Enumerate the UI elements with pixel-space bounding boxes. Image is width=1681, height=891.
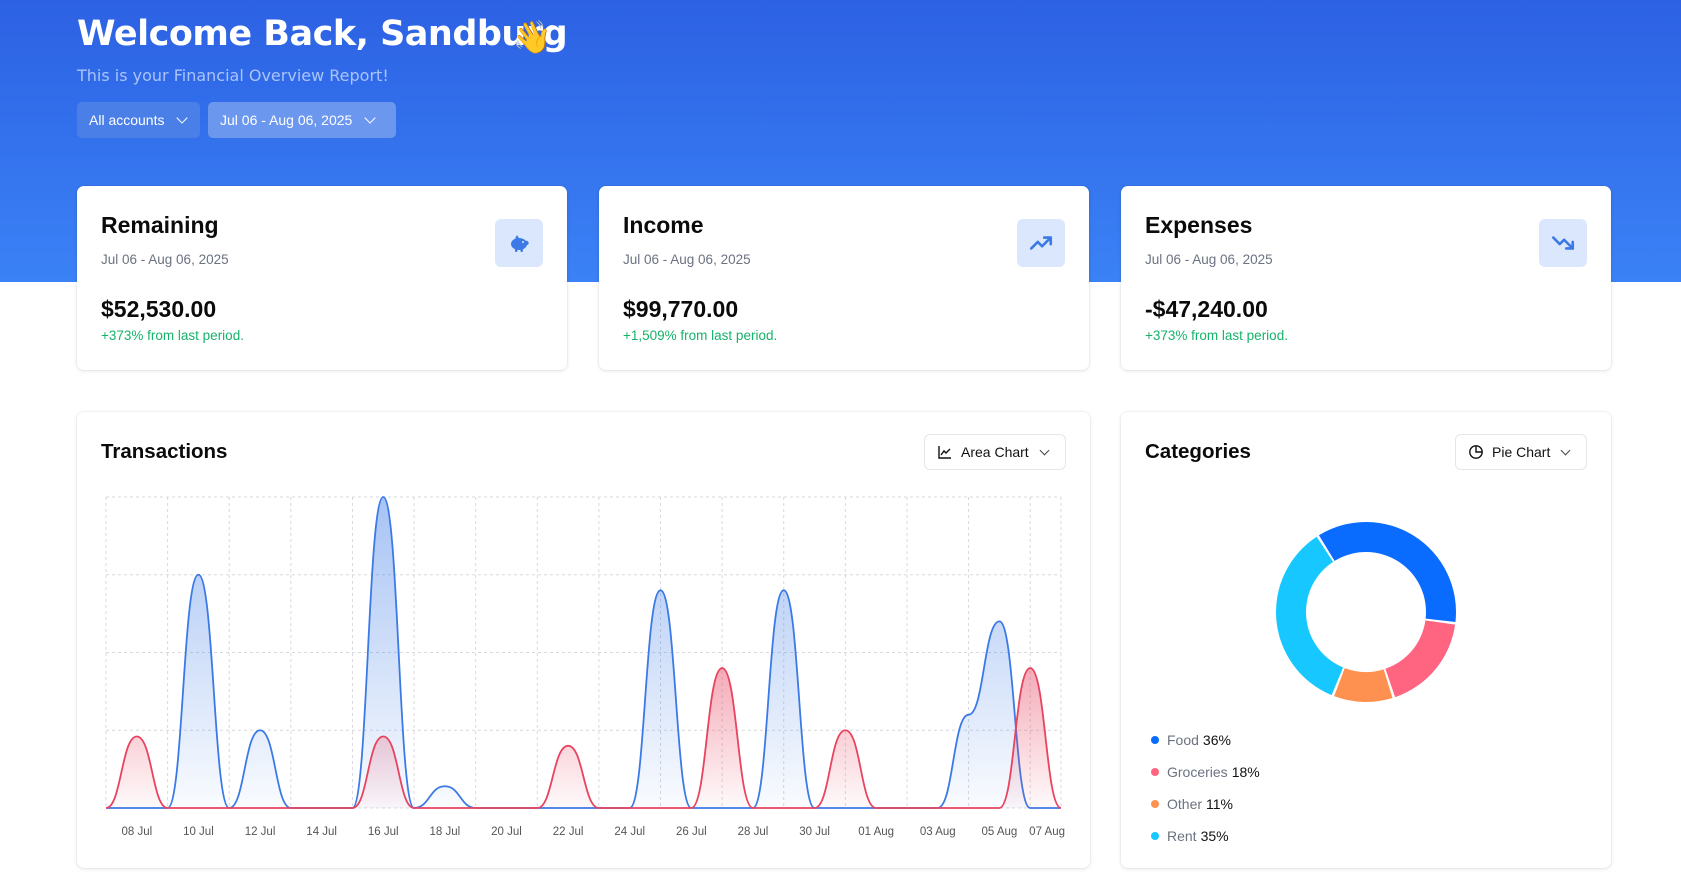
- stat-value: $99,770.00: [623, 296, 739, 322]
- chart-type-label: Area Chart: [961, 444, 1029, 460]
- x-tick-label: 20 Jul: [491, 826, 522, 838]
- legend-item: Other 11%: [1151, 788, 1260, 820]
- legend-dot: [1151, 736, 1159, 744]
- x-tick-label: 18 Jul: [430, 826, 461, 838]
- page-title: Welcome Back, Sandburg: [77, 14, 568, 54]
- expenses-card: Expenses Jul 06 - Aug 06, 2025 -$47,240.…: [1121, 186, 1611, 370]
- x-tick-label: 22 Jul: [553, 826, 584, 838]
- legend-percent: 11%: [1206, 796, 1233, 812]
- stat-value: -$47,240.00: [1145, 296, 1268, 322]
- chart-type-select[interactable]: Area Chart: [924, 434, 1066, 470]
- legend-dot: [1151, 800, 1159, 808]
- x-tick-label: 10 Jul: [183, 826, 214, 838]
- categories-legend: Food 36% Groceries 18% Other 11% Rent 35…: [1151, 724, 1260, 852]
- piggy-bank-icon: [495, 219, 543, 267]
- legend-dot: [1151, 832, 1159, 840]
- legend-name: Other: [1167, 796, 1203, 812]
- chevron-down-icon: [176, 112, 189, 124]
- transactions-area-chart: 08 Jul 10 Jul 12 Jul 14 Jul 16 Jul 18 Jul 20 J…: [105, 496, 1065, 838]
- chevron-down-icon: [1560, 445, 1571, 455]
- donut-slice-groceries[interactable]: [1385, 620, 1456, 698]
- accounts-filter-label: All accounts: [89, 112, 165, 128]
- x-tick-label: 28 Jul: [738, 826, 769, 838]
- date-range-filter-dropdown[interactable]: Jul 06 - Aug 06, 2025: [208, 102, 396, 138]
- categories-panel: Categories Pie Chart Food 36% Groceries …: [1121, 412, 1611, 868]
- x-tick-label: 16 Jul: [368, 826, 399, 838]
- x-tick-label: 08 Jul: [121, 826, 152, 838]
- x-tick-label: 05 Aug: [981, 826, 1017, 838]
- income-card: Income Jul 06 - Aug 06, 2025 $99,770.00 …: [599, 186, 1089, 370]
- trending-up-icon: [1017, 219, 1065, 267]
- category-chart-type-label: Pie Chart: [1492, 444, 1551, 460]
- chevron-down-icon: [1039, 445, 1050, 455]
- stat-title: Expenses: [1145, 212, 1253, 238]
- stat-range: Jul 06 - Aug 06, 2025: [1145, 252, 1273, 267]
- donut-slice-other[interactable]: [1334, 668, 1393, 702]
- stat-change: +1,509% from last period.: [623, 328, 778, 343]
- categories-donut-chart: [1276, 522, 1456, 702]
- remaining-card: Remaining Jul 06 - Aug 06, 2025 $52,530.…: [77, 186, 567, 370]
- legend-item: Groceries 18%: [1151, 756, 1260, 788]
- x-tick-label: 07 Aug: [1029, 826, 1065, 838]
- x-tick-label: 24 Jul: [614, 826, 645, 838]
- donut-slice-rent[interactable]: [1276, 536, 1344, 696]
- legend-percent: 36%: [1202, 732, 1231, 748]
- donut-slice-food[interactable]: [1318, 522, 1456, 622]
- x-tick-label: 12 Jul: [245, 826, 276, 838]
- stat-change: +373% from last period.: [101, 328, 244, 343]
- category-chart-type-select[interactable]: Pie Chart: [1455, 434, 1587, 470]
- x-tick-label: 30 Jul: [799, 826, 830, 838]
- legend-dot: [1151, 768, 1159, 776]
- legend-name: Rent: [1167, 828, 1197, 844]
- transactions-panel: 08 Jul 10 Jul 12 Jul 14 Jul 16 Jul 18 Jul 20 J…: [77, 412, 1090, 868]
- line-chart-icon: [938, 446, 951, 459]
- legend-percent: 18%: [1231, 764, 1260, 780]
- chevron-down-icon: [364, 112, 376, 124]
- legend-name: Food: [1167, 732, 1199, 748]
- page-subtitle: This is your Financial Overview Report!: [77, 66, 389, 85]
- trending-down-icon: [1539, 219, 1587, 267]
- legend-item: Food 36%: [1151, 724, 1260, 756]
- stat-title: Income: [623, 212, 704, 238]
- x-tick-label: 26 Jul: [676, 826, 707, 838]
- legend-name: Groceries: [1167, 764, 1228, 780]
- x-tick-label: 14 Jul: [306, 826, 337, 838]
- stat-range: Jul 06 - Aug 06, 2025: [101, 252, 229, 267]
- transactions-title: Transactions: [101, 440, 228, 463]
- waving-hand-icon: 👋: [512, 18, 552, 56]
- x-tick-label: 01 Aug: [858, 826, 894, 838]
- date-range-filter-label: Jul 06 - Aug 06, 2025: [220, 112, 353, 128]
- stat-range: Jul 06 - Aug 06, 2025: [623, 252, 751, 267]
- categories-title: Categories: [1145, 440, 1251, 463]
- legend-percent: 35%: [1200, 828, 1229, 844]
- x-tick-label: 03 Aug: [920, 826, 956, 838]
- accounts-filter-dropdown[interactable]: All accounts: [77, 102, 200, 138]
- stat-title: Remaining: [101, 212, 219, 238]
- pie-chart-icon: [1469, 445, 1483, 459]
- legend-item: Rent 35%: [1151, 820, 1260, 852]
- stat-value: $52,530.00: [101, 296, 217, 322]
- stat-change: +373% from last period.: [1145, 328, 1288, 343]
